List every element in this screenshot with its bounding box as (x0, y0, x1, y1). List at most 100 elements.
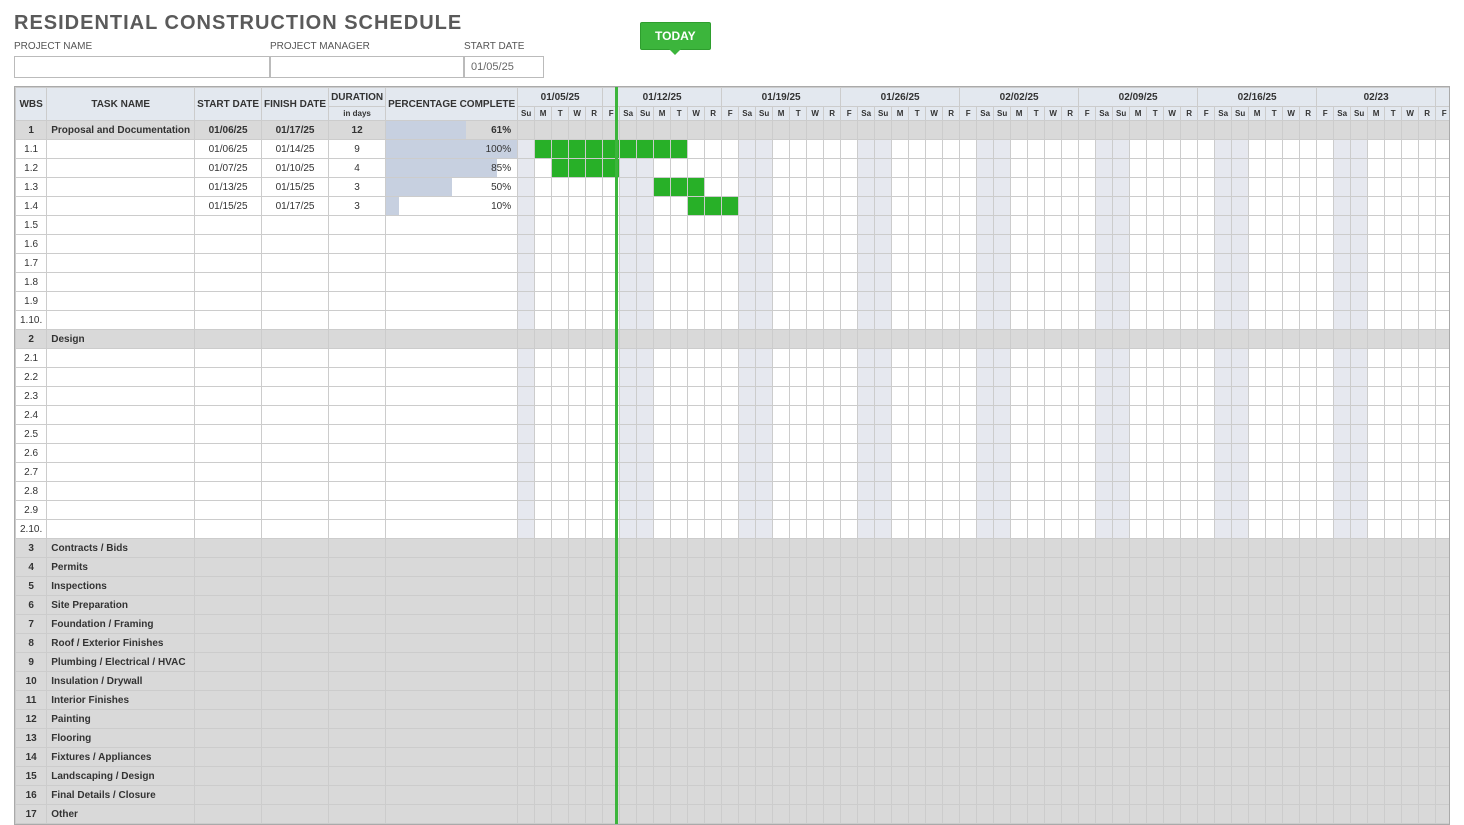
gantt-cell[interactable] (1011, 387, 1028, 406)
gantt-cell[interactable] (1419, 216, 1436, 235)
gantt-cell[interactable] (807, 273, 824, 292)
gantt-cell[interactable] (1130, 520, 1147, 539)
gantt-cell[interactable] (1096, 425, 1113, 444)
gantt-cell[interactable] (535, 653, 552, 672)
gantt-cell[interactable] (603, 254, 620, 273)
wbs-cell[interactable]: 1.6 (16, 235, 47, 254)
task-cell[interactable] (47, 501, 195, 520)
gantt-cell[interactable] (620, 311, 637, 330)
gantt-cell[interactable] (1317, 634, 1334, 653)
gantt-cell[interactable] (722, 349, 739, 368)
gantt-cell[interactable] (1113, 691, 1130, 710)
finish-cell[interactable] (262, 368, 329, 387)
gantt-cell[interactable] (552, 482, 569, 501)
gantt-cell[interactable] (1028, 577, 1045, 596)
gantt-cell[interactable] (1351, 558, 1368, 577)
gantt-cell[interactable] (603, 748, 620, 767)
gantt-cell[interactable] (756, 121, 773, 140)
gantt-cell[interactable] (807, 216, 824, 235)
gantt-cell[interactable] (875, 805, 892, 824)
gantt-cell[interactable] (943, 140, 960, 159)
gantt-cell[interactable] (1351, 197, 1368, 216)
gantt-cell[interactable] (790, 805, 807, 824)
gantt-cell[interactable] (1062, 596, 1079, 615)
gantt-cell[interactable] (1351, 501, 1368, 520)
gantt-cell[interactable] (994, 330, 1011, 349)
gantt-cell[interactable] (518, 691, 535, 710)
gantt-cell[interactable] (926, 748, 943, 767)
gantt-cell[interactable] (1147, 273, 1164, 292)
gantt-cell[interactable] (943, 330, 960, 349)
gantt-cell[interactable] (1385, 197, 1402, 216)
gantt-cell[interactable] (841, 710, 858, 729)
gantt-cell[interactable] (977, 653, 994, 672)
gantt-cell[interactable] (1028, 254, 1045, 273)
gantt-cell[interactable] (1181, 387, 1198, 406)
gantt-cell[interactable] (858, 273, 875, 292)
gantt-cell[interactable] (1164, 178, 1181, 197)
gantt-cell[interactable] (552, 691, 569, 710)
percent-cell[interactable] (386, 349, 518, 368)
gantt-cell[interactable] (960, 178, 977, 197)
gantt-cell[interactable] (960, 406, 977, 425)
gantt-cell[interactable] (535, 368, 552, 387)
gantt-cell[interactable] (1232, 558, 1249, 577)
gantt-cell[interactable] (1368, 520, 1385, 539)
gantt-cell[interactable] (552, 311, 569, 330)
gantt-cell[interactable] (1368, 767, 1385, 786)
gantt-cell[interactable] (875, 254, 892, 273)
gantt-cell[interactable] (1249, 311, 1266, 330)
gantt-cell[interactable] (756, 805, 773, 824)
gantt-cell[interactable] (756, 349, 773, 368)
start-cell[interactable]: 01/13/25 (195, 178, 262, 197)
gantt-cell[interactable] (875, 216, 892, 235)
gantt-cell[interactable] (960, 767, 977, 786)
gantt-cell[interactable] (1232, 235, 1249, 254)
gantt-cell[interactable] (705, 368, 722, 387)
gantt-cell[interactable] (569, 539, 586, 558)
gantt-cell[interactable] (739, 748, 756, 767)
gantt-cell[interactable] (858, 406, 875, 425)
gantt-cell[interactable] (977, 672, 994, 691)
gantt-cell[interactable] (1368, 121, 1385, 140)
duration-cell[interactable] (329, 672, 386, 691)
gantt-cell[interactable] (552, 292, 569, 311)
gantt-cell[interactable] (909, 710, 926, 729)
gantt-cell[interactable] (671, 368, 688, 387)
gantt-cell[interactable] (807, 596, 824, 615)
gantt-cell[interactable] (960, 463, 977, 482)
finish-cell[interactable] (262, 235, 329, 254)
gantt-cell[interactable] (875, 159, 892, 178)
gantt-cell[interactable] (1283, 292, 1300, 311)
gantt-cell[interactable] (1334, 596, 1351, 615)
gantt-cell[interactable] (1249, 197, 1266, 216)
gantt-cell[interactable] (909, 330, 926, 349)
gantt-cell[interactable] (688, 254, 705, 273)
gantt-cell[interactable] (586, 577, 603, 596)
gantt-cell[interactable] (807, 140, 824, 159)
gantt-cell[interactable] (892, 786, 909, 805)
gantt-cell[interactable] (1113, 710, 1130, 729)
gantt-cell[interactable] (535, 292, 552, 311)
gantt-cell[interactable] (960, 254, 977, 273)
duration-cell[interactable] (329, 349, 386, 368)
gantt-cell[interactable] (705, 634, 722, 653)
gantt-cell[interactable] (960, 349, 977, 368)
gantt-cell[interactable] (1011, 121, 1028, 140)
gantt-cell[interactable] (654, 520, 671, 539)
gantt-cell[interactable] (1232, 672, 1249, 691)
percent-cell[interactable] (386, 406, 518, 425)
gantt-cell[interactable] (926, 482, 943, 501)
gantt-cell[interactable] (994, 767, 1011, 786)
gantt-cell[interactable] (1198, 349, 1215, 368)
gantt-cell[interactable] (1028, 558, 1045, 577)
gantt-cell[interactable] (1147, 596, 1164, 615)
gantt-cell[interactable] (926, 463, 943, 482)
gantt-cell[interactable] (1351, 672, 1368, 691)
gantt-cell[interactable] (1096, 387, 1113, 406)
gantt-cell[interactable] (807, 653, 824, 672)
gantt-cell[interactable] (994, 292, 1011, 311)
gantt-cell[interactable] (654, 254, 671, 273)
gantt-cell[interactable] (1079, 159, 1096, 178)
gantt-cell[interactable] (756, 748, 773, 767)
